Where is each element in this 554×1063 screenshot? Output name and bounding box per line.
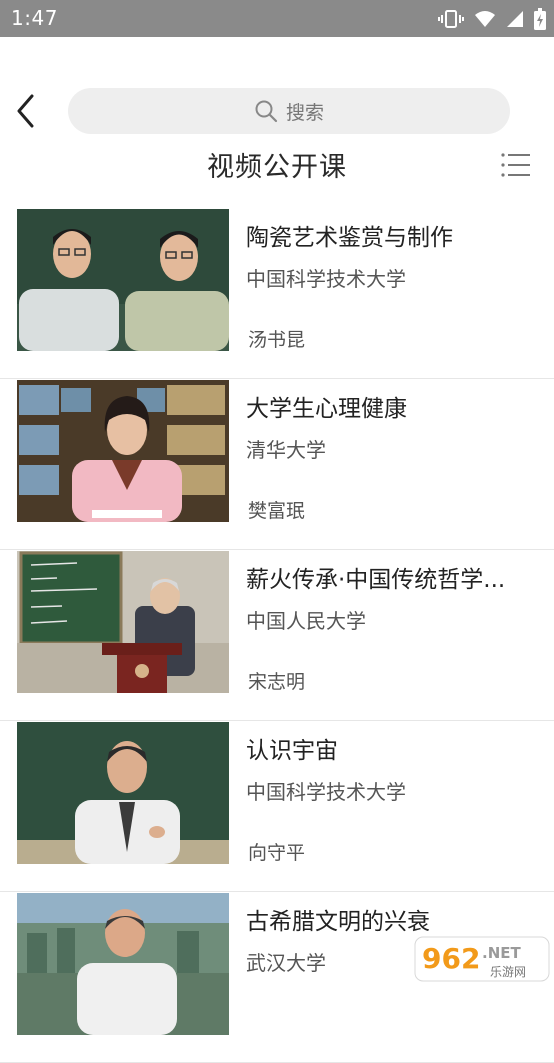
search-placeholder: 搜索	[285, 101, 324, 124]
course-list: 陶瓷艺术鉴赏与制作 中国科学技术大学 汤书昆 大学生心理健康 清华大学 樊富珉	[0, 208, 554, 1063]
search-icon	[255, 100, 278, 123]
course-thumbnail	[17, 722, 229, 864]
chevron-left-icon	[17, 94, 34, 128]
signal-icon	[507, 11, 523, 27]
status-time: 1:47	[11, 6, 58, 30]
course-thumbnail	[17, 380, 229, 522]
course-thumbnail	[17, 209, 229, 351]
page-title: 视频公开课	[207, 152, 347, 183]
course-item[interactable]: 陶瓷艺术鉴赏与制作 中国科学技术大学 汤书昆	[0, 208, 554, 379]
course-thumbnail	[17, 893, 229, 1035]
course-item[interactable]: 大学生心理健康 清华大学 樊富珉	[0, 379, 554, 550]
course-title: 大学生心理健康	[246, 396, 407, 422]
wifi-icon	[475, 11, 495, 27]
course-thumbnail	[17, 551, 229, 693]
course-teacher: 向守平	[248, 842, 306, 864]
battery-icon	[534, 8, 546, 30]
course-school: 中国科学技术大学	[246, 780, 406, 804]
svg-text:962: 962	[422, 942, 480, 975]
list-icon	[501, 153, 530, 177]
status-bar: 1:47	[0, 0, 554, 37]
course-school: 清华大学	[246, 438, 326, 462]
course-title: 陶瓷艺术鉴赏与制作	[246, 225, 453, 251]
course-teacher: 宋志明	[248, 671, 306, 693]
course-school: 中国人民大学	[246, 609, 366, 633]
course-item[interactable]: 薪火传承·中国传统哲学... 中国人民大学 宋志明	[0, 550, 554, 721]
course-teacher: 汤书昆	[248, 329, 306, 351]
course-item[interactable]: 认识宇宙 中国科学技术大学 向守平	[0, 721, 554, 892]
course-school: 武汉大学	[246, 951, 326, 975]
list-menu-button[interactable]	[500, 151, 530, 179]
course-title: 薪火传承·中国传统哲学...	[246, 567, 506, 593]
search-input[interactable]: 搜索	[68, 88, 510, 134]
course-title: 古希腊文明的兴衰	[246, 909, 430, 935]
course-title: 认识宇宙	[246, 738, 338, 764]
svg-text:.NET: .NET	[482, 944, 521, 962]
back-button[interactable]	[10, 92, 44, 130]
vibrate-icon	[438, 10, 464, 28]
status-icons	[438, 8, 546, 30]
svg-text:乐游网: 乐游网	[490, 965, 526, 979]
course-school: 中国科学技术大学	[246, 267, 406, 291]
course-teacher: 樊富珉	[248, 500, 306, 522]
watermark-logo: 962 .NET 乐游网	[414, 936, 550, 982]
